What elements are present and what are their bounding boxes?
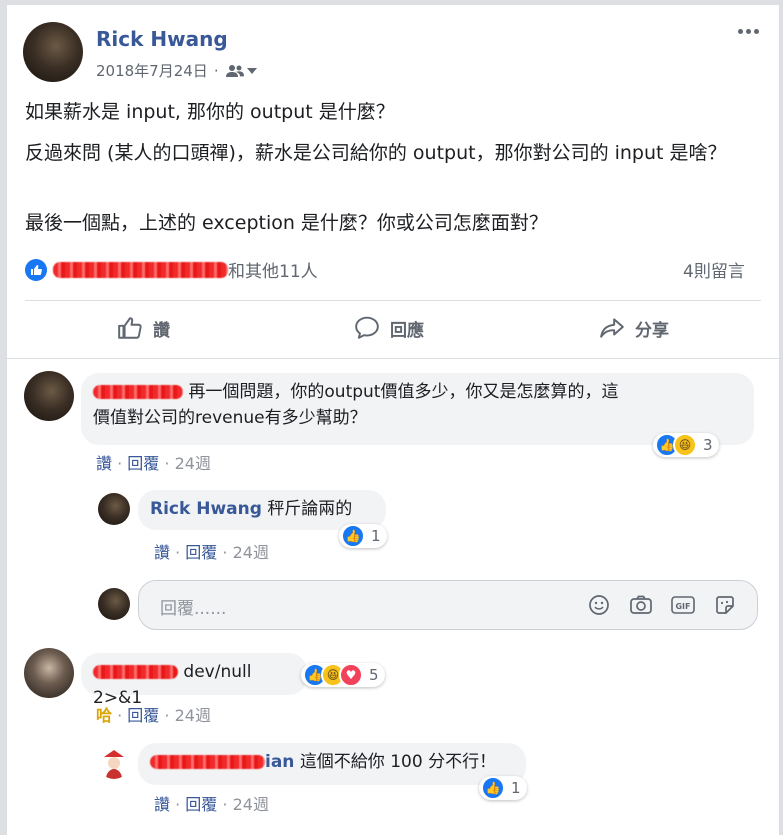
post-paragraph-3: 最後一個點，上述的 exception 是什麼？你或公司怎麼面對？ (25, 212, 548, 234)
post-date[interactable]: 2018年7月24日 (96, 60, 208, 81)
comment-like-link[interactable]: 讚 (96, 454, 112, 473)
friends-icon[interactable] (225, 64, 257, 78)
reply-avatar[interactable] (98, 747, 130, 779)
post-author-name[interactable]: Rick Hwang (96, 27, 228, 51)
separator: · (164, 454, 170, 473)
reply-links: 讚 · 回覆 · 24週 (154, 539, 269, 563)
like-reaction-icon (25, 258, 47, 281)
separator: · (117, 454, 123, 473)
comment-icon (355, 316, 379, 339)
post-meta: 2018年7月24日 · (96, 60, 257, 81)
love-reaction-icon: ♥ (339, 663, 363, 687)
share-button-label: 分享 (635, 320, 669, 341)
reply-like-link[interactable]: 讚 (154, 795, 170, 814)
comment-reply-link[interactable]: 回覆 (127, 454, 159, 473)
reaction-count-text: 和其他11人 (228, 262, 318, 282)
separator: · (222, 795, 228, 814)
meta-separator: · (213, 61, 219, 80)
commenter-avatar[interactable] (24, 371, 74, 421)
redacted-commenter-name (93, 385, 183, 399)
like-reaction-icon: 👍 (341, 524, 365, 548)
current-user-avatar (98, 588, 130, 620)
comment-line-1: 再一個問題，你的output價值多少，你又是怎麼算的，這 (93, 379, 742, 405)
share-button[interactable]: 分享 (599, 315, 669, 341)
comment-time[interactable]: 24週 (175, 454, 211, 473)
comment-reactions[interactable]: 👍 😆 3 (653, 433, 719, 457)
reply-input-placeholder: 回覆...... (160, 599, 227, 619)
author-avatar[interactable] (23, 22, 83, 82)
reply-reactions[interactable]: 👍 1 (479, 776, 527, 800)
divider-comments (7, 358, 779, 359)
reply-input[interactable]: 回覆...... GIF (138, 580, 758, 630)
reply-time[interactable]: 24週 (233, 543, 269, 562)
comment-haha-link[interactable]: 哈 (96, 706, 112, 725)
comment-line-2: 價值對公司的revenue有多少幫助？ (93, 408, 367, 428)
separator: · (117, 706, 123, 725)
reply-bubble: ian 這個不給你 100 分不行！ (138, 743, 526, 785)
reply-like-link[interactable]: 讚 (154, 543, 170, 562)
comment-count[interactable]: 4則留言 (683, 257, 745, 282)
redacted-reply-author (150, 755, 265, 769)
comment-bubble: dev/null 2>&1 (81, 653, 307, 708)
reply-author[interactable]: Rick Hwang (150, 499, 262, 519)
like-button-label: 讚 (153, 320, 170, 341)
reply-text: 這個不給你 100 分不行！ (299, 752, 497, 772)
reaction-count: 3 (703, 436, 713, 454)
reaction-count: 1 (371, 527, 381, 545)
like-button[interactable]: 讚 (117, 315, 170, 341)
reply-links: 讚 · 回覆 · 24週 (154, 791, 269, 815)
chevron-down-icon (246, 67, 257, 74)
post-card: Rick Hwang 2018年7月24日 · 如果薪水是 input, 那你的… (6, 5, 780, 835)
reply-avatar[interactable] (98, 493, 130, 525)
separator: · (164, 706, 170, 725)
redacted-commenter-name (93, 665, 178, 679)
comment-reply-link[interactable]: 回覆 (127, 706, 159, 725)
comment-links: 哈 · 回覆 · 24週 (96, 702, 211, 726)
svg-text:GIF: GIF (675, 602, 690, 611)
separator: · (175, 543, 181, 562)
post-paragraph-1: 如果薪水是 input, 那你的 output 是什麼？ (25, 101, 395, 123)
comment-text: 再一個問題，你的output價值多少，你又是怎麼算的，這 (188, 382, 619, 402)
share-icon (600, 318, 624, 338)
thumbs-up-icon (118, 317, 142, 339)
comment-links: 讚 · 回覆 · 24週 (96, 450, 211, 474)
comment-time[interactable]: 24週 (175, 706, 211, 725)
post-paragraph-2: 反過來問 (某人的口頭禪)，薪水是公司給你的 output，那你對公司的 inp… (25, 142, 727, 164)
ellipsis-icon[interactable] (738, 29, 759, 34)
comment-button[interactable]: 回應 (354, 315, 424, 341)
reply-text: 秤斤論兩的 (267, 499, 353, 519)
redacted-name (53, 261, 228, 278)
reaction-count: 1 (511, 779, 521, 797)
separator: · (175, 795, 181, 814)
haha-reaction-icon: 😆 (673, 433, 697, 457)
commenter-avatar[interactable] (24, 648, 74, 698)
camera-icon[interactable] (629, 594, 653, 620)
comment-reactions[interactable]: 👍 😆 ♥ 5 (301, 663, 385, 687)
separator: · (222, 543, 228, 562)
comment-bubble: 再一個問題，你的output價值多少，你又是怎麼算的，這 價值對公司的reven… (81, 373, 754, 445)
reply-reply-link[interactable]: 回覆 (185, 543, 217, 562)
reaction-count: 5 (369, 666, 379, 684)
reply-reply-link[interactable]: 回覆 (185, 795, 217, 814)
like-reaction-icon: 👍 (481, 776, 505, 800)
comment-button-label: 回應 (390, 320, 424, 341)
sticker-icon[interactable] (714, 594, 736, 620)
gif-icon[interactable]: GIF (671, 595, 695, 619)
reply-reactions[interactable]: 👍 1 (339, 524, 387, 548)
divider-top (25, 300, 761, 301)
emoji-icon[interactable] (588, 594, 610, 620)
reaction-summary[interactable]: 和其他11人 (25, 257, 318, 282)
reply-author-suffix[interactable]: ian (265, 752, 294, 772)
reply-time[interactable]: 24週 (233, 795, 269, 814)
